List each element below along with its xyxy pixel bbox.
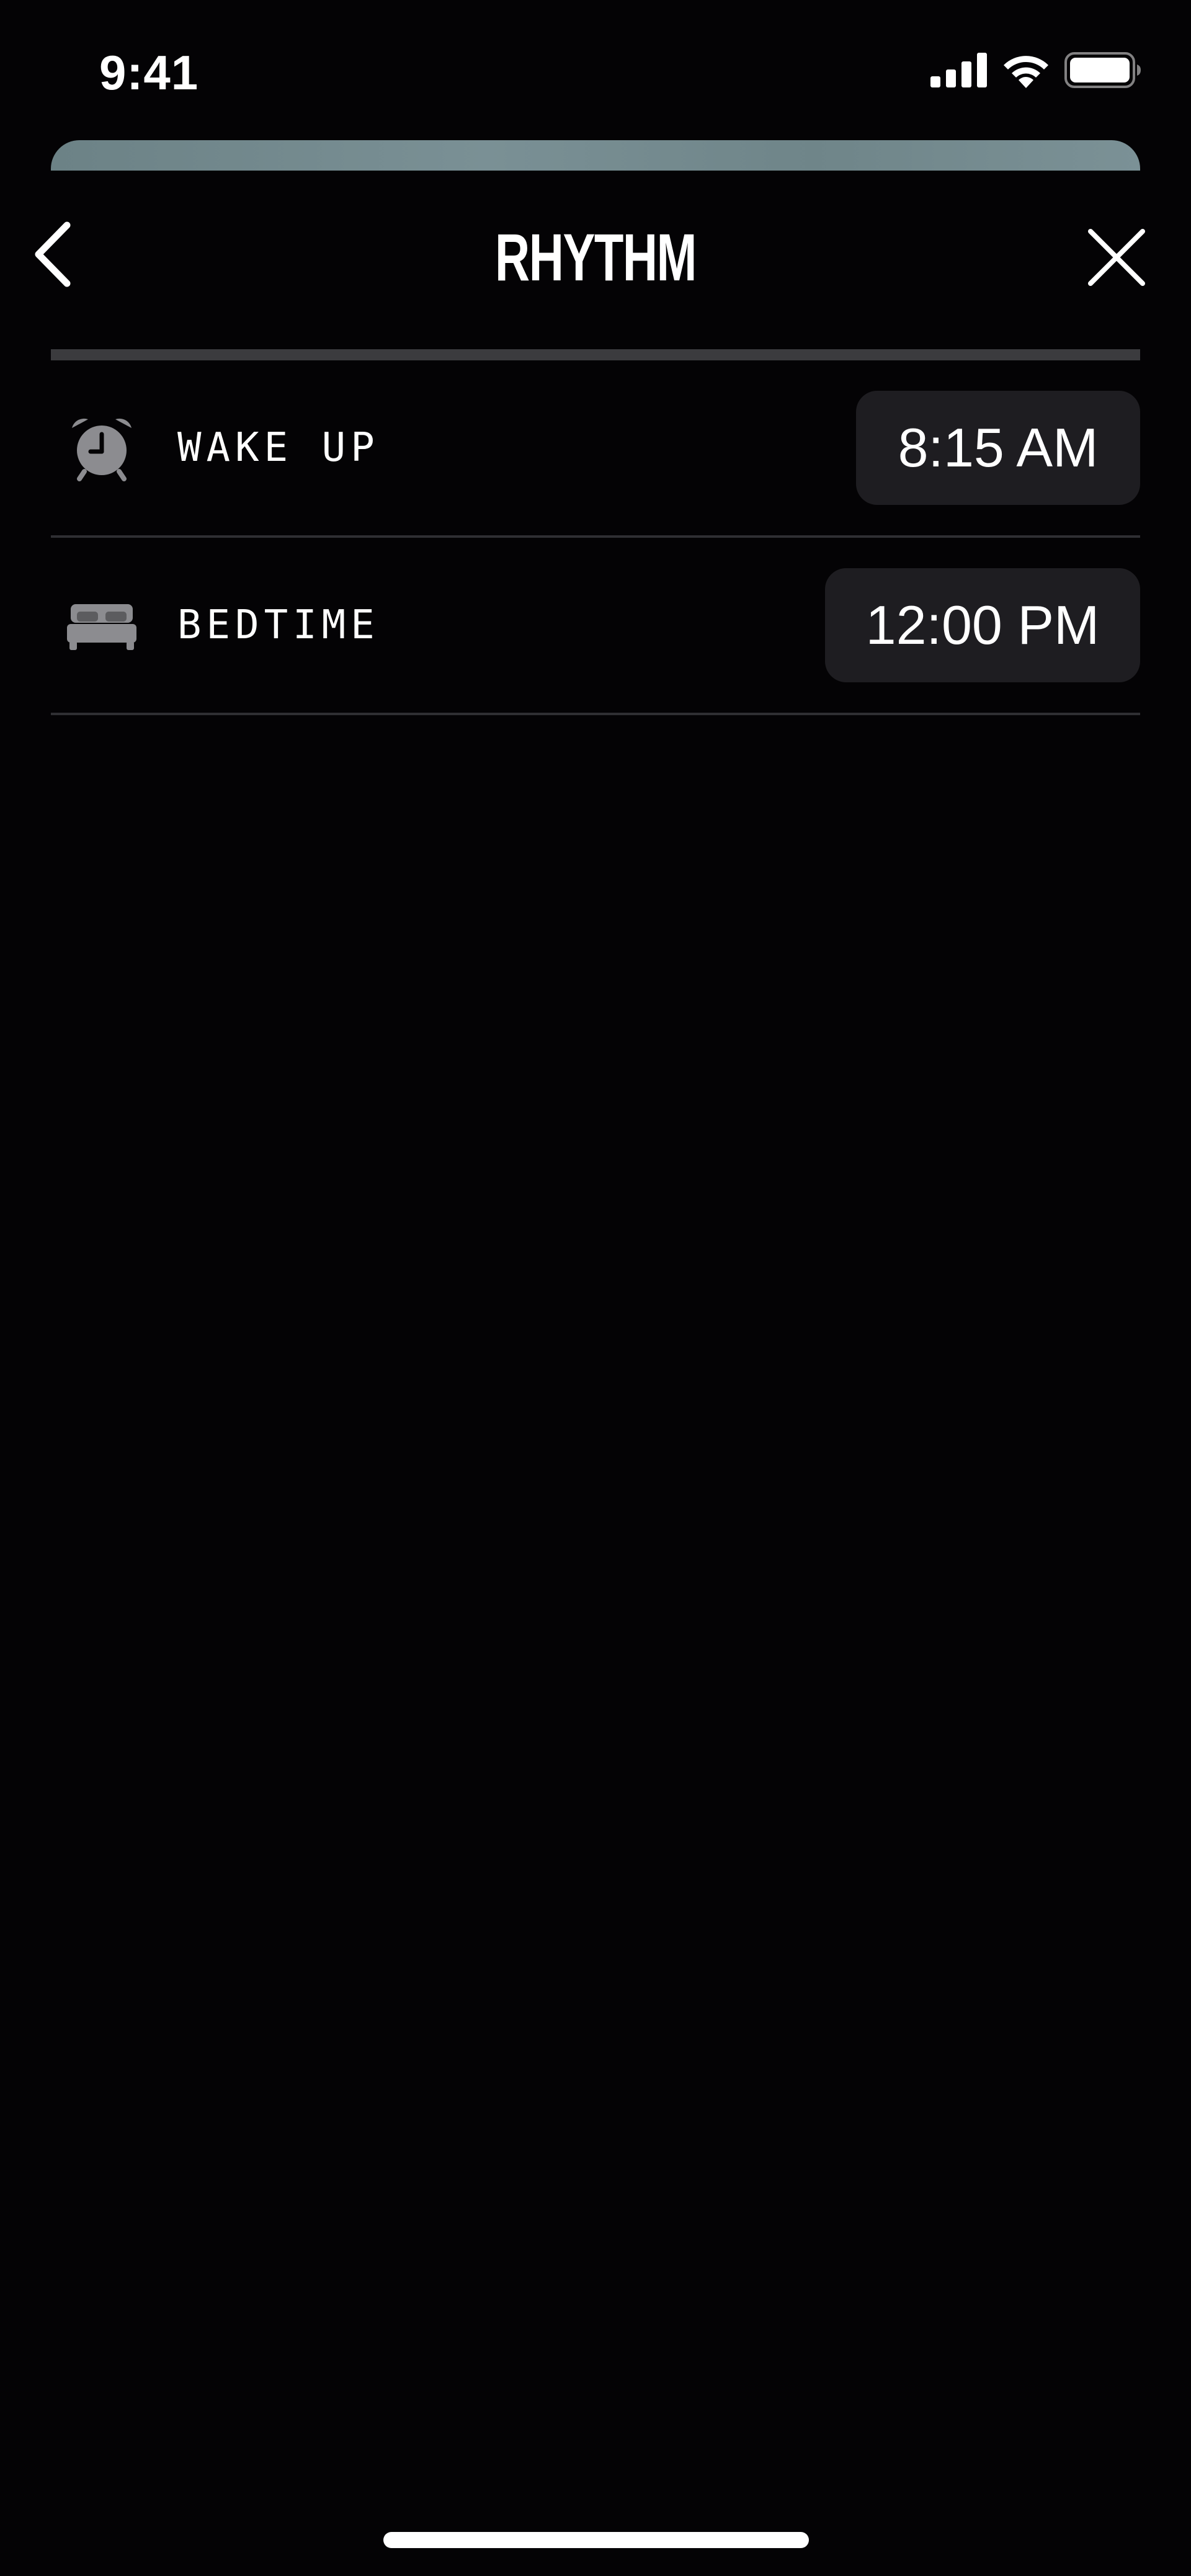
nav-bar: RHYTHM	[0, 171, 1191, 347]
bedtime-time-button[interactable]: 12:00 PM	[825, 568, 1140, 682]
page-title: RHYTHM	[495, 220, 697, 295]
alarm-clock-icon-wrap	[67, 413, 136, 483]
bedtime-label: BEDTIME	[177, 602, 380, 648]
bed-icon	[67, 604, 136, 650]
bed-icon-wrap	[67, 600, 136, 650]
wake-up-label: WAKE UP	[177, 425, 380, 471]
wake-up-time-button[interactable]: 8:15 AM	[856, 391, 1140, 505]
cellular-signal-icon	[930, 53, 987, 87]
list-item-wake-up[interactable]: WAKE UP 8:15 AM	[51, 360, 1140, 538]
battery-icon	[1064, 52, 1141, 88]
back-button[interactable]	[19, 214, 87, 295]
wifi-icon	[1004, 56, 1048, 88]
rhythm-sheet: RHYTHM WAKE UP 8:15 AM BEDTIME 12:00 PM	[0, 171, 1191, 2576]
status-time: 9:41	[99, 45, 199, 100]
status-icons	[917, 52, 1141, 88]
close-button[interactable]	[1079, 220, 1154, 295]
status-bar: 9:41	[0, 0, 1191, 143]
progress-bar	[51, 349, 1140, 360]
home-indicator[interactable]	[383, 2532, 809, 2548]
chevron-left-icon	[35, 221, 71, 287]
close-icon	[1088, 229, 1145, 286]
list-item-bedtime[interactable]: BEDTIME 12:00 PM	[51, 538, 1140, 715]
alarm-clock-icon	[72, 418, 132, 481]
